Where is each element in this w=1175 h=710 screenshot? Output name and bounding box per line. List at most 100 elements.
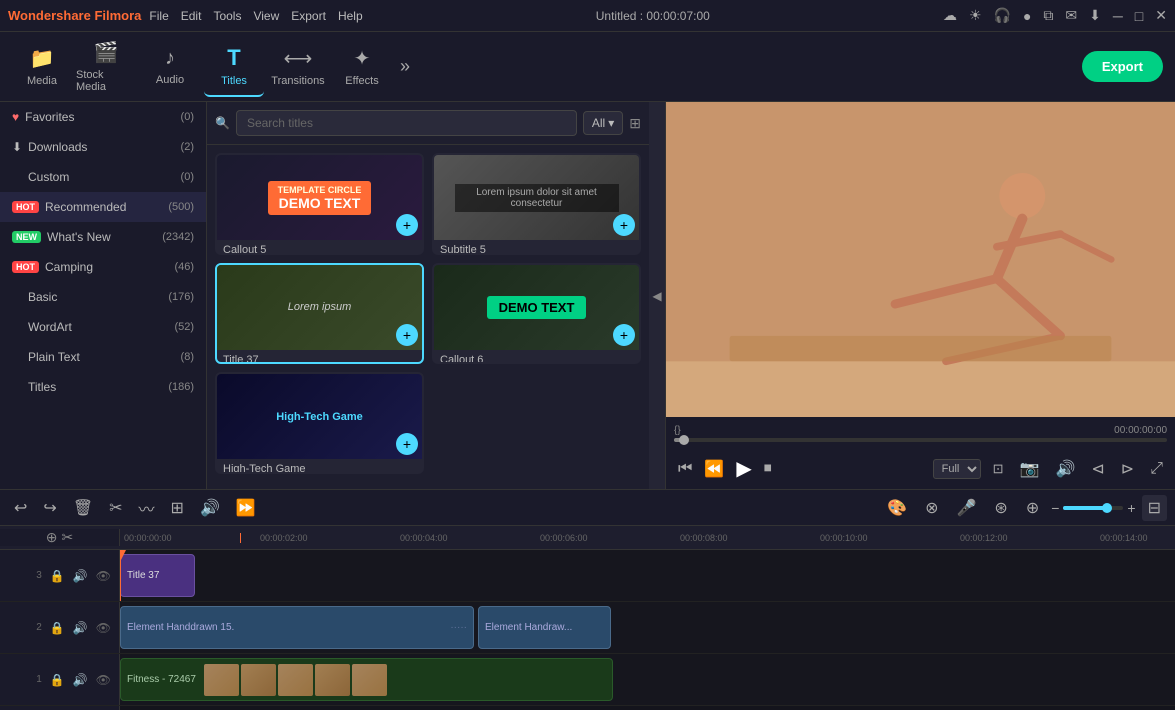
tl-redo-btn[interactable]: ↪ [37, 495, 62, 521]
prev-frame-btn[interactable]: ⊲ [1087, 455, 1108, 483]
tl-undo-btn[interactable]: ↩ [8, 495, 33, 521]
track1-mute-btn[interactable]: 🔊 [71, 671, 90, 689]
step-back-btn[interactable]: ⏪ [700, 455, 728, 483]
title37-add-btn[interactable]: + [396, 324, 418, 346]
tl-split-btn[interactable]: ⊞ [165, 495, 190, 521]
toolbar-more-btn[interactable]: » [400, 56, 410, 77]
search-input[interactable] [236, 110, 577, 136]
hitech-add-btn[interactable]: + [396, 433, 418, 455]
toolbar-media[interactable]: 📁 Media [12, 37, 72, 97]
account-icon[interactable]: ● [1023, 8, 1031, 24]
tl-color-btn[interactable]: 🎨 [881, 495, 913, 521]
toolbar-effects[interactable]: ✦ Effects [332, 37, 392, 97]
menu-help[interactable]: Help [338, 9, 363, 23]
sidebar-item-custom[interactable]: Custom (0) [0, 162, 206, 192]
tl-zoom-track-btn[interactable]: ⊟ [1142, 495, 1167, 521]
plain-text-label: Plain Text [28, 350, 80, 364]
menu-tools[interactable]: Tools [213, 9, 241, 23]
track3-mute-btn[interactable]: 🔊 [71, 567, 90, 585]
callout6-add-btn[interactable]: + [613, 324, 635, 346]
title-card-title37[interactable]: Lorem ipsum + Title 37 [215, 263, 424, 365]
rewind-btn[interactable]: ⏮ [674, 456, 696, 482]
menu-view[interactable]: View [253, 9, 279, 23]
tl-ripple-btn[interactable]: 〰 [133, 493, 161, 523]
subtitle5-add-btn[interactable]: + [613, 214, 635, 236]
filter-dropdown[interactable]: All ▾ [583, 111, 623, 135]
tl-insert-btn[interactable]: ⊕ [1020, 495, 1045, 521]
quality-select[interactable]: Full [933, 459, 981, 479]
media-label: Media [27, 75, 57, 87]
track3-clip-title37[interactable]: Title 37 [120, 554, 195, 597]
play-btn[interactable]: ▶ [732, 452, 755, 485]
menu-export[interactable]: Export [291, 9, 326, 23]
minimize-btn[interactable]: ─ [1113, 8, 1123, 24]
snapshot-btn[interactable]: 📷 [1016, 455, 1044, 483]
menu-file[interactable]: File [149, 9, 168, 23]
grid-view-icon[interactable]: ⊞ [629, 115, 641, 132]
menu-edit[interactable]: Edit [181, 9, 202, 23]
sidebar-item-favorites[interactable]: ♥ Favorites (0) [0, 102, 206, 132]
scissors-track-btn[interactable]: ✂ [62, 529, 74, 546]
tl-adjust-btn[interactable]: ⊛ [988, 495, 1013, 521]
zoom-out-icon[interactable]: − [1051, 500, 1059, 516]
next-frame-btn[interactable]: ⊳ [1117, 455, 1138, 483]
progress-track[interactable] [674, 438, 1167, 442]
tl-cut-btn[interactable]: ✂ [103, 495, 128, 521]
sidebar-item-plain-text[interactable]: Plain Text (8) [0, 342, 206, 372]
tl-delete-btn[interactable]: 🗑 [67, 495, 99, 521]
volume-btn[interactable]: 🔊 [1051, 455, 1079, 483]
sidebar-item-whats-new[interactable]: NEW What's New (2342) [0, 222, 206, 252]
toolbar-transitions[interactable]: ⟷ Transitions [268, 37, 328, 97]
track2-clip2-label: Element Handraw... [485, 622, 572, 633]
toolbar-titles[interactable]: T Titles [204, 37, 264, 97]
track1-eye-btn[interactable]: 👁 [94, 671, 113, 689]
headset-icon[interactable]: 🎧 [994, 7, 1011, 24]
zoom-in-icon[interactable]: + [1127, 500, 1135, 516]
sidebar-item-downloads[interactable]: ⬇ Downloads (2) [0, 132, 206, 162]
toolbar-audio[interactable]: ♪ Audio [140, 37, 200, 97]
pip-btn[interactable]: ⊡ [989, 457, 1008, 481]
track2-lock-btn[interactable]: 🔒 [48, 619, 67, 637]
track3-eye-btn[interactable]: 👁 [94, 567, 113, 585]
copy-icon[interactable]: ⧉ [1043, 7, 1053, 24]
sidebar-item-titles-sub[interactable]: Titles (186) [0, 372, 206, 402]
sidebar-item-recommended[interactable]: HOT Recommended (500) [0, 192, 206, 222]
track2-eye-btn[interactable]: 👁 [94, 619, 113, 637]
track3-lock-btn[interactable]: 🔒 [48, 567, 67, 585]
track2-clip-element2[interactable]: Element Handraw... [478, 606, 611, 649]
tl-speed-btn[interactable]: ⏩ [230, 495, 262, 521]
tl-audio-btn[interactable]: 🔊 [194, 495, 226, 521]
cloud-icon[interactable]: ☁ [943, 7, 957, 24]
track1-lock-btn[interactable]: 🔒 [48, 671, 67, 689]
stop-btn[interactable]: ⏹ [760, 456, 776, 482]
progress-handle[interactable] [679, 435, 689, 445]
title-card-hitech[interactable]: High-Tech Game + High-Tech Game [215, 372, 424, 474]
export-button[interactable]: Export [1082, 51, 1163, 82]
maximize-btn[interactable]: □ [1135, 8, 1143, 24]
fullscreen-btn[interactable]: ⤢ [1146, 456, 1167, 482]
track1-clip-fitness[interactable]: Fitness - 72467 [120, 658, 613, 701]
title-card-subtitle5[interactable]: Lorem ipsum dolor sit amet consectetur +… [432, 153, 641, 255]
sidebar-item-basic[interactable]: Basic (176) [0, 282, 206, 312]
callout5-add-btn[interactable]: + [396, 214, 418, 236]
sidebar-item-wordart[interactable]: WordArt (52) [0, 312, 206, 342]
title-card-callout5[interactable]: TEMPLATE CIRCLE DEMO TEXT + Callout 5 [215, 153, 424, 255]
title37-label: Title 37 [217, 350, 422, 365]
sidebar-item-camping[interactable]: HOT Camping (46) [0, 252, 206, 282]
track2-clip-element1[interactable]: Element Handdrawn 15. ····· [120, 606, 474, 649]
toolbar-stock-media[interactable]: 🎬 Stock Media [76, 37, 136, 97]
download-icon[interactable]: ⬇ [1089, 7, 1101, 24]
close-btn[interactable]: ✕ [1155, 7, 1167, 24]
titlebar-left: Wondershare Filmora File Edit Tools View… [8, 8, 363, 23]
tl-voice-btn[interactable]: 🎤 [950, 495, 982, 521]
hitech-label: High-Tech Game [217, 459, 422, 474]
camping-hot-badge: HOT [12, 261, 39, 273]
tl-mask-btn[interactable]: ⊗ [919, 495, 944, 521]
collapse-panel-btn[interactable]: ◀ [649, 102, 665, 489]
mail-icon[interactable]: ✉ [1065, 7, 1077, 24]
downloads-label: Downloads [28, 140, 87, 154]
add-track-btn[interactable]: ⊕ [46, 529, 58, 546]
title-card-callout6[interactable]: DEMO TEXT + Callout 6 [432, 263, 641, 365]
settings-icon[interactable]: ☀ [969, 7, 982, 24]
track2-mute-btn[interactable]: 🔊 [71, 619, 90, 637]
